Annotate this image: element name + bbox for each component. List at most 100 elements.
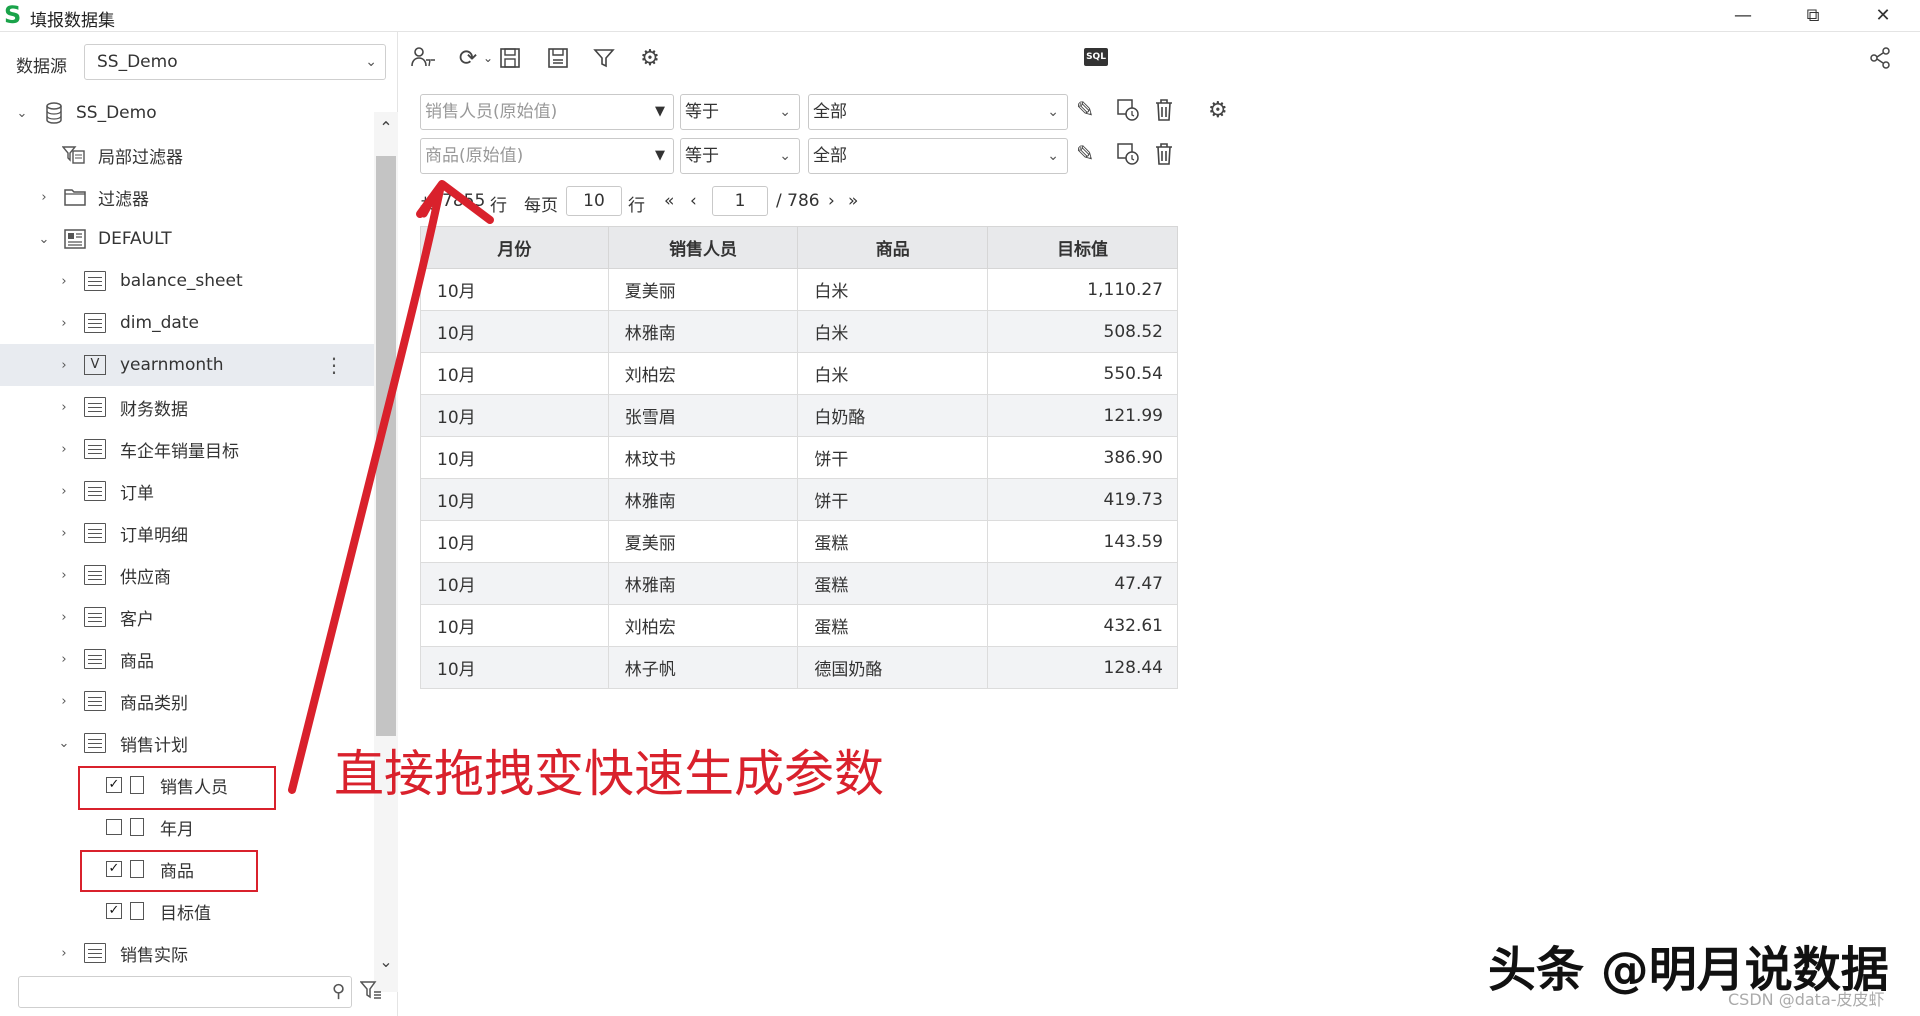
cell-product[interactable]: 饼干 xyxy=(797,478,989,521)
cell-month[interactable]: 10月 xyxy=(420,604,609,647)
cell-month[interactable]: 10月 xyxy=(420,352,609,395)
filter-operator-select[interactable]: 等于 ⌄ xyxy=(680,138,800,174)
tree-item-finance-data[interactable]: › 财务数据 xyxy=(0,386,374,428)
tree-item-product-categories[interactable]: › 商品类别 xyxy=(0,680,374,722)
prev-page-icon[interactable]: ‹ xyxy=(690,191,697,211)
chevron-right-icon[interactable]: › xyxy=(56,400,72,415)
table-row[interactable]: 10月 林玟书 饼干 386.90 xyxy=(420,436,1178,479)
next-page-icon[interactable]: › xyxy=(828,191,835,211)
cell-product[interactable]: 白米 xyxy=(797,310,989,353)
tree-item-order-details[interactable]: › 订单明细 xyxy=(0,512,374,554)
cell-target-value[interactable]: 47.47 xyxy=(987,562,1178,605)
chevron-right-icon[interactable]: › xyxy=(56,652,72,667)
tree-item-ss-demo[interactable]: ⌄ SS_Demo xyxy=(0,92,374,134)
column-header-product[interactable]: 商品 xyxy=(797,226,989,269)
filter-icon[interactable] xyxy=(590,44,618,72)
chevron-right-icon[interactable]: › xyxy=(56,694,72,709)
tree-item-balance-sheet[interactable]: › balance_sheet xyxy=(0,260,374,302)
table-row[interactable]: 10月 张雪眉 白奶酪 121.99 xyxy=(420,394,1178,437)
cell-target-value[interactable]: 1,110.27 xyxy=(987,268,1178,311)
minimize-icon[interactable]: — xyxy=(1720,0,1766,30)
edit-icon[interactable]: ✎ xyxy=(1076,142,1094,167)
close-icon[interactable]: ✕ xyxy=(1860,0,1906,30)
datasource-select[interactable]: SS_Demo ⌄ xyxy=(84,44,386,80)
filter-value-select[interactable]: 全部 ⌄ xyxy=(808,94,1068,130)
cell-salesperson[interactable]: 张雪眉 xyxy=(607,394,799,437)
cell-salesperson[interactable]: 林玟书 xyxy=(607,436,799,479)
cell-month[interactable]: 10月 xyxy=(420,436,609,479)
restore-icon[interactable]: ⧉ xyxy=(1790,0,1836,30)
share-icon[interactable] xyxy=(1866,44,1894,72)
chevron-right-icon[interactable]: › xyxy=(56,526,72,541)
filter-operator-select[interactable]: 等于 ⌄ xyxy=(680,94,800,130)
scrollbar-thumb[interactable] xyxy=(376,156,396,736)
column-header-target-value[interactable]: 目标值 xyxy=(987,226,1178,269)
cell-salesperson[interactable]: 林雅南 xyxy=(607,310,799,353)
tree-scrollbar[interactable]: ⌃ ⌄ xyxy=(374,112,398,992)
table-row[interactable]: 10月 林雅南 蛋糕 47.47 xyxy=(420,562,1178,605)
cell-product[interactable]: 蛋糕 xyxy=(797,562,989,605)
last-page-icon[interactable]: » xyxy=(848,191,858,211)
cell-target-value[interactable]: 143.59 xyxy=(987,520,1178,563)
chevron-right-icon[interactable]: › xyxy=(56,610,72,625)
edit-icon[interactable]: ✎ xyxy=(1076,98,1094,123)
tree-item-customers[interactable]: › 客户 xyxy=(0,596,374,638)
chevron-down-icon[interactable]: ⌄ xyxy=(374,952,398,971)
chevron-right-icon[interactable]: › xyxy=(56,946,72,961)
filter-field-select[interactable]: 销售人员(原始值) ▼ xyxy=(420,94,674,130)
cell-month[interactable]: 10月 xyxy=(420,310,609,353)
table-row[interactable]: 10月 夏美丽 白米 1,110.27 xyxy=(420,268,1178,311)
cell-target-value[interactable]: 386.90 xyxy=(987,436,1178,479)
tree-item-default-schema[interactable]: ⌄ DEFAULT xyxy=(0,218,374,260)
cell-product[interactable]: 蛋糕 xyxy=(797,604,989,647)
tree-item-suppliers[interactable]: › 供应商 xyxy=(0,554,374,596)
chevron-right-icon[interactable]: › xyxy=(56,484,72,499)
chevron-right-icon[interactable]: › xyxy=(56,316,72,331)
cell-product[interactable]: 蛋糕 xyxy=(797,520,989,563)
field-checkbox-unchecked[interactable] xyxy=(106,819,122,835)
copy-filter-icon[interactable] xyxy=(1116,98,1140,128)
cell-product[interactable]: 德国奶酪 xyxy=(797,646,989,689)
first-page-icon[interactable]: « xyxy=(664,191,674,211)
cell-month[interactable]: 10月 xyxy=(420,394,609,437)
user-params-icon[interactable] xyxy=(410,44,438,72)
tree-item-orders[interactable]: › 订单 xyxy=(0,470,374,512)
field-item-year-month[interactable]: 年月 xyxy=(0,806,374,848)
cell-salesperson[interactable]: 林雅南 xyxy=(607,478,799,521)
cell-month[interactable]: 10月 xyxy=(420,562,609,605)
chevron-right-icon[interactable]: › xyxy=(56,358,72,373)
tree-item-yearnmonth[interactable]: › V yearnmonth ⋮ xyxy=(0,344,374,386)
cell-salesperson[interactable]: 刘柏宏 xyxy=(607,604,799,647)
cell-salesperson[interactable]: 林子帆 xyxy=(607,646,799,689)
table-row[interactable]: 10月 刘柏宏 白米 550.54 xyxy=(420,352,1178,395)
table-row[interactable]: 10月 夏美丽 蛋糕 143.59 xyxy=(420,520,1178,563)
table-row[interactable]: 10月 林雅南 白米 508.52 xyxy=(420,310,1178,353)
cell-target-value[interactable]: 128.44 xyxy=(987,646,1178,689)
cell-salesperson[interactable]: 夏美丽 xyxy=(607,268,799,311)
save-icon[interactable] xyxy=(496,44,524,72)
cell-month[interactable]: 10月 xyxy=(420,646,609,689)
tree-search-input[interactable]: ⚲ xyxy=(18,976,352,1008)
column-header-month[interactable]: 月份 xyxy=(420,226,609,269)
more-vertical-icon[interactable]: ⋮ xyxy=(324,353,344,377)
filter-settings-icon[interactable] xyxy=(359,980,382,1007)
current-page-input[interactable]: 1 xyxy=(712,186,768,216)
tree-item-sales-actual[interactable]: › 销售实际 xyxy=(0,932,374,972)
cell-target-value[interactable]: 508.52 xyxy=(987,310,1178,353)
cell-salesperson[interactable]: 夏美丽 xyxy=(607,520,799,563)
field-checkbox-checked[interactable]: ✓ xyxy=(106,903,122,919)
chevron-down-icon[interactable]: ⌄ xyxy=(56,736,72,751)
delete-icon[interactable] xyxy=(1154,142,1174,172)
tree-item-sales-plan[interactable]: ⌄ 销售计划 xyxy=(0,722,374,764)
table-row[interactable]: 10月 林子帆 德国奶酪 128.44 xyxy=(420,646,1178,689)
cell-product[interactable]: 白米 xyxy=(797,268,989,311)
save-as-icon[interactable] xyxy=(544,44,572,72)
cell-product[interactable]: 饼干 xyxy=(797,436,989,479)
cell-month[interactable]: 10月 xyxy=(420,478,609,521)
cell-target-value[interactable]: 432.61 xyxy=(987,604,1178,647)
sql-icon[interactable]: SQL xyxy=(1084,48,1108,66)
cell-month[interactable]: 10月 xyxy=(420,520,609,563)
copy-filter-icon[interactable] xyxy=(1116,142,1140,172)
tree-item-dim-date[interactable]: › dim_date xyxy=(0,302,374,344)
chevron-down-icon[interactable]: ⌄ xyxy=(14,106,30,121)
